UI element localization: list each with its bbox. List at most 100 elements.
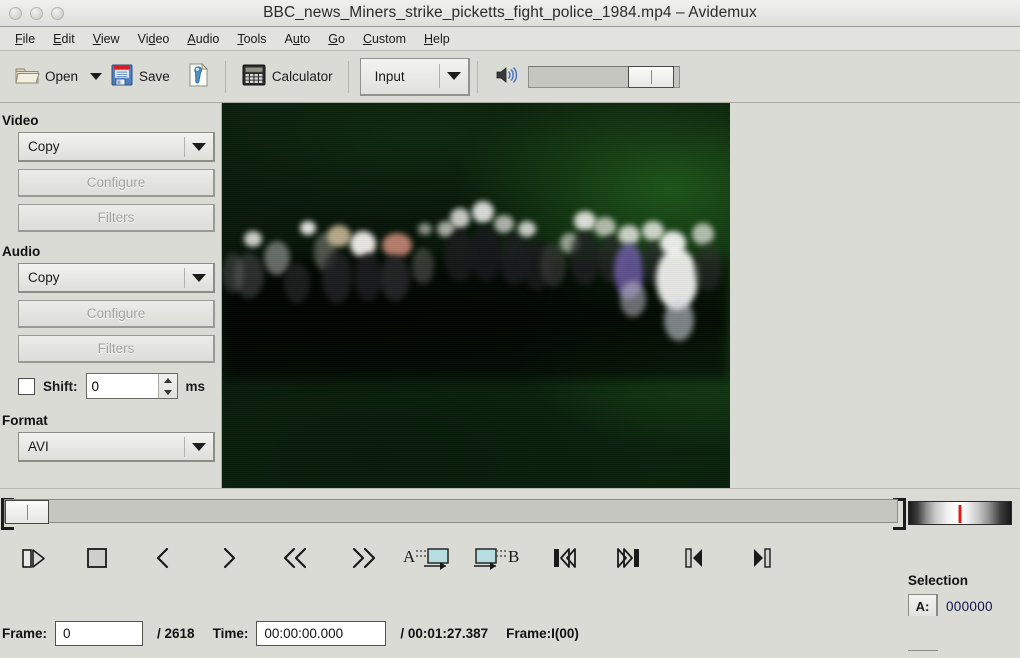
audio-shift-unit-label: ms (185, 378, 206, 394)
timeline-area (0, 488, 1020, 531)
open-button[interactable]: Open (6, 56, 86, 98)
open-dropdown-arrow-icon[interactable] (90, 73, 103, 80)
toolbar-separator-1 (224, 60, 226, 93)
main-area: Video Copy Configure Filters Audio Copy … (0, 103, 1020, 488)
video-preview[interactable] (222, 103, 730, 488)
audio-codec-value: Copy (28, 270, 60, 285)
menu-edit-label: dit (61, 31, 75, 46)
audio-codec-select[interactable]: Copy (18, 263, 215, 293)
time-input-wrapper[interactable] (256, 620, 387, 646)
audio-codec-chevron-down-icon[interactable] (185, 273, 213, 282)
transport-controls: A B Selection A: 000000 (0, 531, 1020, 651)
menu-go[interactable]: Go (319, 30, 354, 48)
marker-b-icon: B (470, 543, 522, 576)
svg-text:B: B (508, 547, 519, 566)
wrench-document-icon (186, 62, 210, 91)
title-bar: BBC_news_Miners_strike_picketts_fight_po… (0, 0, 1020, 27)
audio-shift-checkbox[interactable] (18, 377, 35, 395)
save-button[interactable]: Save (102, 56, 178, 98)
calculator-label: Calculator (271, 69, 333, 84)
calculator-button[interactable]: Calculator (233, 56, 341, 98)
volume-slider-track[interactable] (527, 65, 680, 88)
video-filters-button[interactable]: Filters (18, 204, 215, 232)
menu-edit[interactable]: Edit (44, 30, 84, 48)
menu-bar: File Edit View Video Audio Tools Auto Go… (0, 27, 1020, 51)
menu-help[interactable]: Help (415, 30, 459, 48)
menu-auto[interactable]: Auto (276, 30, 320, 48)
menu-view-label: iew (100, 31, 120, 46)
audio-configure-button[interactable]: Configure (18, 300, 215, 328)
menu-video[interactable]: Video (129, 30, 179, 48)
output-settings-sidebar: Video Copy Configure Filters Audio Copy … (0, 103, 222, 488)
next-keyframe-icon (748, 545, 776, 574)
frame-input-wrapper[interactable] (55, 620, 144, 646)
audio-shift-input[interactable] (86, 374, 158, 398)
audio-shift-stepper[interactable] (85, 373, 178, 399)
open-label: Open (45, 69, 79, 84)
format-chevron-down-icon[interactable] (185, 442, 213, 451)
video-codec-chevron-down-icon[interactable] (185, 142, 213, 151)
toolbar-separator-3 (476, 60, 478, 93)
toolbar: Open Save Calculator Input (0, 51, 1020, 103)
input-selector[interactable]: Input (359, 57, 470, 96)
menu-audio[interactable]: Audio (178, 30, 228, 48)
video-configure-button[interactable]: Configure (18, 169, 215, 197)
play-pause-icon (18, 545, 48, 574)
time-input[interactable] (262, 624, 386, 642)
audio-section-title: Audio (2, 244, 41, 259)
audio-shift-label: Shift: (43, 378, 78, 394)
audio-shift-stepper-buttons[interactable] (157, 374, 177, 398)
stop-button[interactable] (76, 539, 118, 579)
next-frame-button[interactable] (208, 539, 250, 579)
input-dropdown-arrow-icon[interactable] (440, 72, 468, 80)
settings-button[interactable] (178, 56, 218, 98)
go-to-end-button[interactable] (608, 539, 650, 579)
stop-square-icon (83, 545, 111, 574)
calculator-icon (241, 63, 267, 90)
audio-filters-button[interactable]: Filters (18, 335, 215, 363)
format-value: AVI (28, 439, 49, 454)
speaker-icon[interactable] (495, 65, 519, 88)
volume-slider-handle[interactable] (627, 65, 674, 88)
time-label: Time: (212, 625, 249, 641)
menu-custom[interactable]: Custom (354, 30, 415, 48)
audio-shift-row: Shift: ms (18, 373, 221, 399)
double-caret-right-icon (347, 545, 379, 574)
menu-tools[interactable]: Tools (228, 30, 275, 48)
svg-text:A: A (403, 547, 416, 566)
floppy-disk-icon (110, 63, 134, 90)
zoom-button[interactable] (51, 6, 64, 20)
minimize-button[interactable] (30, 6, 43, 20)
format-select[interactable]: AVI (18, 432, 215, 462)
next-keyframe-button[interactable] (741, 539, 783, 579)
set-marker-a-button[interactable]: A (400, 539, 456, 579)
caret-up-icon (163, 377, 172, 383)
video-section-title: Video (2, 113, 39, 128)
menu-file-label: ile (22, 31, 36, 46)
rewind-button[interactable] (275, 539, 317, 579)
menu-view[interactable]: View (84, 30, 129, 48)
marker-a-icon: A (402, 543, 454, 576)
timeline-slider-handle[interactable] (5, 500, 49, 524)
audio-shift-increment-button[interactable] (159, 374, 177, 386)
play-button[interactable] (12, 539, 54, 579)
audio-shift-decrement-button[interactable] (159, 386, 177, 398)
caret-down-icon (163, 389, 172, 395)
status-bar: Frame: / 2618 Time: / 00:01:27.387 Frame… (0, 616, 1020, 650)
skip-to-start-icon (549, 545, 579, 574)
volume-control[interactable] (495, 65, 680, 88)
frame-total-label: / 2618 (157, 625, 195, 641)
selection-a-value: 000000 (946, 599, 993, 614)
video-codec-select[interactable]: Copy (18, 132, 215, 162)
menu-file[interactable]: File (6, 30, 44, 48)
frame-input[interactable] (61, 624, 143, 642)
go-to-start-button[interactable] (543, 539, 585, 579)
video-codec-value: Copy (28, 139, 60, 154)
previous-keyframe-button[interactable] (674, 539, 716, 579)
set-marker-b-button[interactable]: B (468, 539, 524, 579)
forward-button[interactable] (342, 539, 384, 579)
close-button[interactable] (9, 6, 22, 20)
selection-indicator-bar (908, 501, 1012, 525)
timeline-slider-track[interactable] (4, 499, 898, 524)
previous-frame-button[interactable] (142, 539, 184, 579)
